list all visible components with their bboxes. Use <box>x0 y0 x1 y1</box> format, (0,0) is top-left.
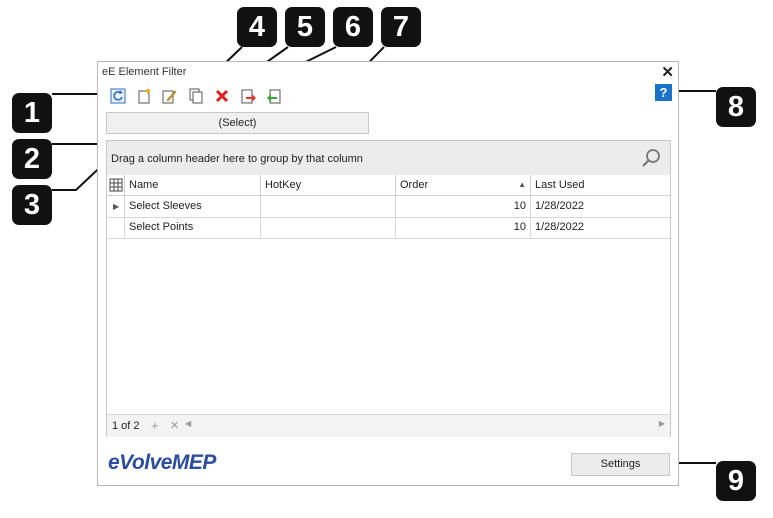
row-indicator <box>107 217 125 238</box>
tab-select[interactable]: (Select) <box>106 112 369 134</box>
column-header-last-used[interactable]: Last Used <box>531 175 670 195</box>
cell-hotkey[interactable] <box>261 196 396 217</box>
cell-last-used[interactable]: 1/28/2022 <box>531 196 670 217</box>
callout-4: 4 <box>237 7 277 47</box>
cell-order[interactable]: 10 <box>396 217 531 238</box>
settings-button[interactable]: Settings <box>571 453 670 476</box>
cell-name[interactable]: Select Points <box>125 217 261 238</box>
edit-icon[interactable] <box>161 88 177 104</box>
window-title: eE Element Filter <box>102 66 187 78</box>
sort-ascending-icon: ▲ <box>518 180 526 189</box>
callout-3: 3 <box>12 185 52 225</box>
import-icon[interactable] <box>266 88 282 104</box>
help-button[interactable]: ? <box>655 84 672 101</box>
column-header-order-label: Order <box>400 179 429 191</box>
search-icon[interactable] <box>640 147 662 169</box>
cell-name[interactable]: Select Sleeves <box>125 196 261 217</box>
callout-5: 5 <box>285 7 325 47</box>
cell-order[interactable]: 10 <box>396 196 531 217</box>
table-row[interactable]: ▶ Select Sleeves 10 1/28/2022 <box>107 196 670 218</box>
export-icon[interactable] <box>240 88 256 104</box>
scroll-left-icon[interactable]: ◀ <box>185 419 191 428</box>
element-filter-window: eE Element Filter ✕ ? (Select) Drag a co… <box>97 61 679 486</box>
column-header-name[interactable]: Name <box>125 175 261 195</box>
column-header-order[interactable]: Order ▲ <box>396 175 531 195</box>
callout-6: 6 <box>333 7 373 47</box>
close-button[interactable]: ✕ <box>661 63 674 81</box>
column-header-hotkey[interactable]: HotKey <box>261 175 396 195</box>
callout-2: 2 <box>12 139 52 179</box>
filter-grid: Drag a column header here to group by th… <box>106 140 671 437</box>
horizontal-scrollbar[interactable]: ◀ ▶ <box>185 419 665 433</box>
cell-hotkey[interactable] <box>261 217 396 238</box>
table-row[interactable]: Select Points 10 1/28/2022 <box>107 217 670 239</box>
grid-header: Name HotKey Order ▲ Last Used <box>107 175 670 196</box>
pager-add-button[interactable]: + <box>151 418 159 433</box>
grid-pager: 1 of 2 + ✕ ◀ ▶ <box>107 414 670 437</box>
pager-remove-button[interactable]: ✕ <box>170 419 179 432</box>
evolvemep-logo: eVolveMEP <box>108 451 216 474</box>
new-icon[interactable] <box>136 88 152 104</box>
pager-status: 1 of 2 <box>112 420 140 432</box>
current-row-arrow-icon: ▶ <box>113 202 120 211</box>
callout-7: 7 <box>381 7 421 47</box>
scroll-right-icon[interactable]: ▶ <box>659 419 665 428</box>
group-by-panel[interactable]: Drag a column header here to group by th… <box>107 141 670 175</box>
cell-last-used[interactable]: 1/28/2022 <box>531 217 670 238</box>
column-chooser-icon[interactable] <box>107 175 125 195</box>
callout-9: 9 <box>716 461 756 501</box>
group-by-hint: Drag a column header here to group by th… <box>111 153 363 165</box>
callout-8: 8 <box>716 87 756 127</box>
delete-icon[interactable] <box>214 88 230 104</box>
callout-1: 1 <box>12 93 52 133</box>
refresh-icon[interactable] <box>110 88 126 104</box>
copy-icon[interactable] <box>188 88 204 104</box>
row-indicator: ▶ <box>107 196 125 217</box>
